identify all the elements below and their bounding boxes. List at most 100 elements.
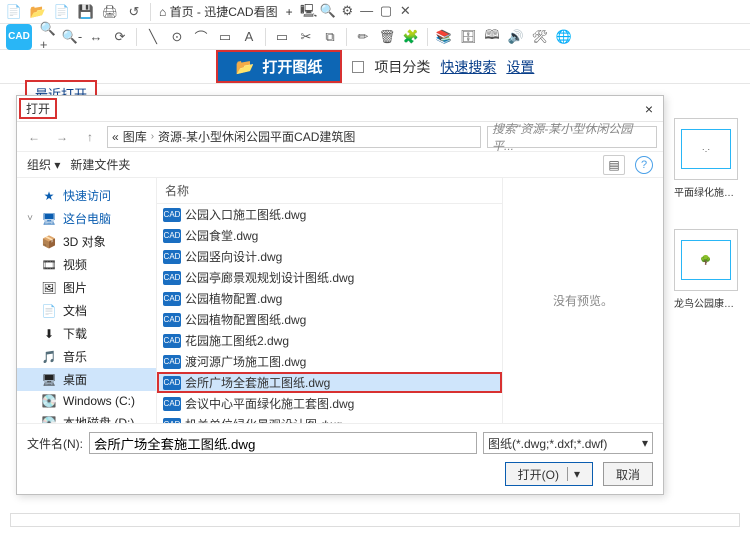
arc-icon[interactable]: ⌒ bbox=[193, 29, 209, 45]
delete-icon[interactable]: 🗑 bbox=[379, 29, 395, 45]
project-category-checkbox[interactable] bbox=[352, 61, 364, 73]
zoom-out-icon[interactable]: 🔍- bbox=[64, 29, 80, 45]
nav-back-button[interactable]: ← bbox=[23, 126, 45, 148]
qat-icon[interactable]: ↺ bbox=[126, 4, 142, 20]
file-row[interactable]: CAD渡河源广场施工图.dwg bbox=[157, 351, 502, 372]
sidebar-item-label: 这台电脑 bbox=[63, 210, 111, 227]
minimize-button[interactable]: — bbox=[359, 2, 375, 18]
chevron-down-icon: ▾ bbox=[642, 436, 648, 450]
copy-icon[interactable]: ⧉ bbox=[322, 29, 338, 45]
sidebar-item[interactable]: 🎞视频 bbox=[17, 253, 156, 276]
file-row[interactable]: CAD公园入口施工图纸.dwg bbox=[157, 204, 502, 225]
content-frame bbox=[10, 513, 740, 527]
sidebar-item[interactable]: 📄文档 bbox=[17, 299, 156, 322]
tool-icon[interactable]: 🛠 bbox=[532, 29, 548, 45]
win-icon[interactable]: 🖳 bbox=[301, 5, 317, 21]
cancel-button[interactable]: 取消 bbox=[603, 462, 653, 486]
breadcrumb[interactable]: « 图库 › 资源-某小型休闲公园平面CAD建筑图 bbox=[107, 126, 481, 148]
library-icon[interactable]: 📚 bbox=[436, 29, 452, 45]
help-button[interactable]: ? bbox=[635, 156, 653, 174]
column-header-name[interactable]: 名称 bbox=[157, 178, 502, 204]
text-icon[interactable]: A bbox=[241, 29, 257, 45]
file-row[interactable]: CAD公园亭廊景观规划设计图纸.dwg bbox=[157, 267, 502, 288]
sidebar-item[interactable]: 💽Windows (C:) bbox=[17, 391, 156, 411]
qat-icon[interactable]: 📄 bbox=[54, 4, 70, 20]
sidebar-item-label: 音乐 bbox=[63, 348, 87, 365]
rotate-icon[interactable]: ⟳ bbox=[112, 29, 128, 45]
filename-input[interactable] bbox=[89, 432, 477, 454]
book-icon[interactable]: 🕮 bbox=[484, 29, 500, 45]
cut-icon[interactable]: ✂ bbox=[298, 29, 314, 45]
new-folder-button[interactable]: 新建文件夹 bbox=[70, 156, 130, 173]
breadcrumb-part[interactable]: 资源-某小型休闲公园平面CAD建筑图 bbox=[158, 128, 355, 145]
file-row[interactable]: CAD花园施工图纸2.dwg bbox=[157, 330, 502, 351]
dialog-footer: 文件名(N): 图纸(*.dwg;*.dxf;*.dwf) ▾ 打开(O) ▾ … bbox=[17, 423, 663, 494]
circle-icon[interactable]: ⊙ bbox=[169, 29, 185, 45]
close-button[interactable]: ✕ bbox=[397, 3, 413, 19]
qat-icon[interactable]: 💾 bbox=[78, 4, 94, 20]
file-row[interactable]: CAD机关单位绿化景观设计图.dwg bbox=[157, 414, 502, 423]
zoom-in-icon[interactable]: 🔍+ bbox=[40, 29, 56, 45]
nav-up-button[interactable]: ↑ bbox=[79, 126, 101, 148]
file-name: 公园植物配置图纸.dwg bbox=[185, 311, 306, 328]
pan-icon[interactable]: ↔ bbox=[88, 29, 104, 45]
sidebar-item[interactable]: ⬇下载 bbox=[17, 322, 156, 345]
sidebar-item-label: 本地磁盘 (D:) bbox=[63, 414, 134, 423]
sidebar-item[interactable]: ˅🖥这台电脑 bbox=[17, 207, 156, 230]
dialog-toolbar: 组织 ▾ 新建文件夹 ▤ ? bbox=[17, 152, 663, 178]
file-row[interactable]: CAD会所广场全套施工图纸.dwg bbox=[157, 372, 502, 393]
line-icon[interactable]: ╲ bbox=[145, 29, 161, 45]
filetype-select[interactable]: 图纸(*.dwg;*.dxf;*.dwf) ▾ bbox=[483, 432, 653, 454]
select-icon[interactable]: ▭ bbox=[274, 29, 290, 45]
organize-button[interactable]: 组织 ▾ bbox=[27, 156, 60, 173]
file-row[interactable]: CAD公园植物配置.dwg bbox=[157, 288, 502, 309]
open-drawing-button[interactable]: 📂 打开图纸 bbox=[216, 50, 343, 83]
sidebar-item[interactable]: 📦3D 对象 bbox=[17, 230, 156, 253]
nav-forward-button[interactable]: → bbox=[51, 126, 73, 148]
storage-icon[interactable]: 🗄 bbox=[460, 29, 476, 45]
main-toolbar: CAD 🔍+ 🔍- ↔ ⟳ ╲ ⊙ ⌒ ▭ A ▭ ✂ ⧉ ✏ 🗑 🧩 📚 🗄 … bbox=[0, 24, 750, 50]
filetype-value: 图纸(*.dwg;*.dxf;*.dwf) bbox=[488, 435, 607, 452]
open-button[interactable]: 打开(O) ▾ bbox=[505, 462, 593, 486]
sidebar-item-label: 快速访问 bbox=[63, 187, 111, 204]
rect-icon[interactable]: ▭ bbox=[217, 29, 233, 45]
globe-icon[interactable]: 🌐 bbox=[556, 29, 572, 45]
breadcrumb-part[interactable]: 图库 bbox=[123, 128, 147, 145]
recent-thumbnail[interactable]: 🌳 bbox=[674, 229, 738, 291]
tab-title: 首页 - 迅捷CAD看图 bbox=[170, 5, 278, 19]
file-name: 公园竖向设计.dwg bbox=[185, 248, 282, 265]
qat-icon[interactable]: 📄 bbox=[6, 4, 22, 20]
edit-icon[interactable]: ✏ bbox=[355, 29, 371, 45]
qat-icon[interactable]: 📂 bbox=[30, 4, 46, 20]
file-row[interactable]: CAD公园食堂.dwg bbox=[157, 225, 502, 246]
settings-link[interactable]: 设置 bbox=[506, 57, 534, 77]
new-tab-button[interactable]: + bbox=[286, 5, 293, 19]
tab-home[interactable]: ⌂ 首页 - 迅捷CAD看图 bbox=[159, 3, 278, 20]
folder-type-icon: 🖼 bbox=[41, 281, 57, 295]
app-logo[interactable]: CAD bbox=[6, 24, 32, 50]
recent-thumbnail[interactable]: ·.· bbox=[674, 118, 738, 180]
qat-icon[interactable]: 🖨 bbox=[102, 4, 118, 20]
dialog-close-button[interactable]: × bbox=[641, 101, 657, 117]
folder-type-icon: 💽 bbox=[41, 394, 57, 408]
sound-icon[interactable]: 🔊 bbox=[508, 29, 524, 45]
file-name: 会所广场全套施工图纸.dwg bbox=[185, 374, 330, 391]
file-row[interactable]: CAD会议中心平面绿化施工套图.dwg bbox=[157, 393, 502, 414]
open-dropdown-icon[interactable]: ▾ bbox=[567, 467, 580, 481]
search-icon[interactable]: 🔍 bbox=[320, 3, 336, 19]
sidebar-item[interactable]: 🖼图片 bbox=[17, 276, 156, 299]
quick-search-link[interactable]: 快速搜索 bbox=[440, 57, 496, 77]
sidebar-item[interactable]: 🎵音乐 bbox=[17, 345, 156, 368]
file-row[interactable]: CAD公园竖向设计.dwg bbox=[157, 246, 502, 267]
gear-icon[interactable]: ⚙ bbox=[339, 3, 355, 19]
sidebar-item[interactable]: 🖥桌面 bbox=[17, 368, 156, 391]
plugin-icon[interactable]: 🧩 bbox=[403, 29, 419, 45]
preview-pane: 没有预览。 bbox=[503, 178, 663, 423]
folder-type-icon: 🎞 bbox=[41, 258, 57, 272]
sidebar-item[interactable]: ★快速访问 bbox=[17, 184, 156, 207]
maximize-button[interactable]: ▢ bbox=[378, 3, 394, 19]
file-row[interactable]: CAD公园植物配置图纸.dwg bbox=[157, 309, 502, 330]
view-mode-button[interactable]: ▤ bbox=[603, 155, 625, 175]
search-input[interactable]: 搜索"资源-某小型休闲公园平... bbox=[487, 126, 657, 148]
sidebar-item[interactable]: 💽本地磁盘 (D:) bbox=[17, 411, 156, 423]
